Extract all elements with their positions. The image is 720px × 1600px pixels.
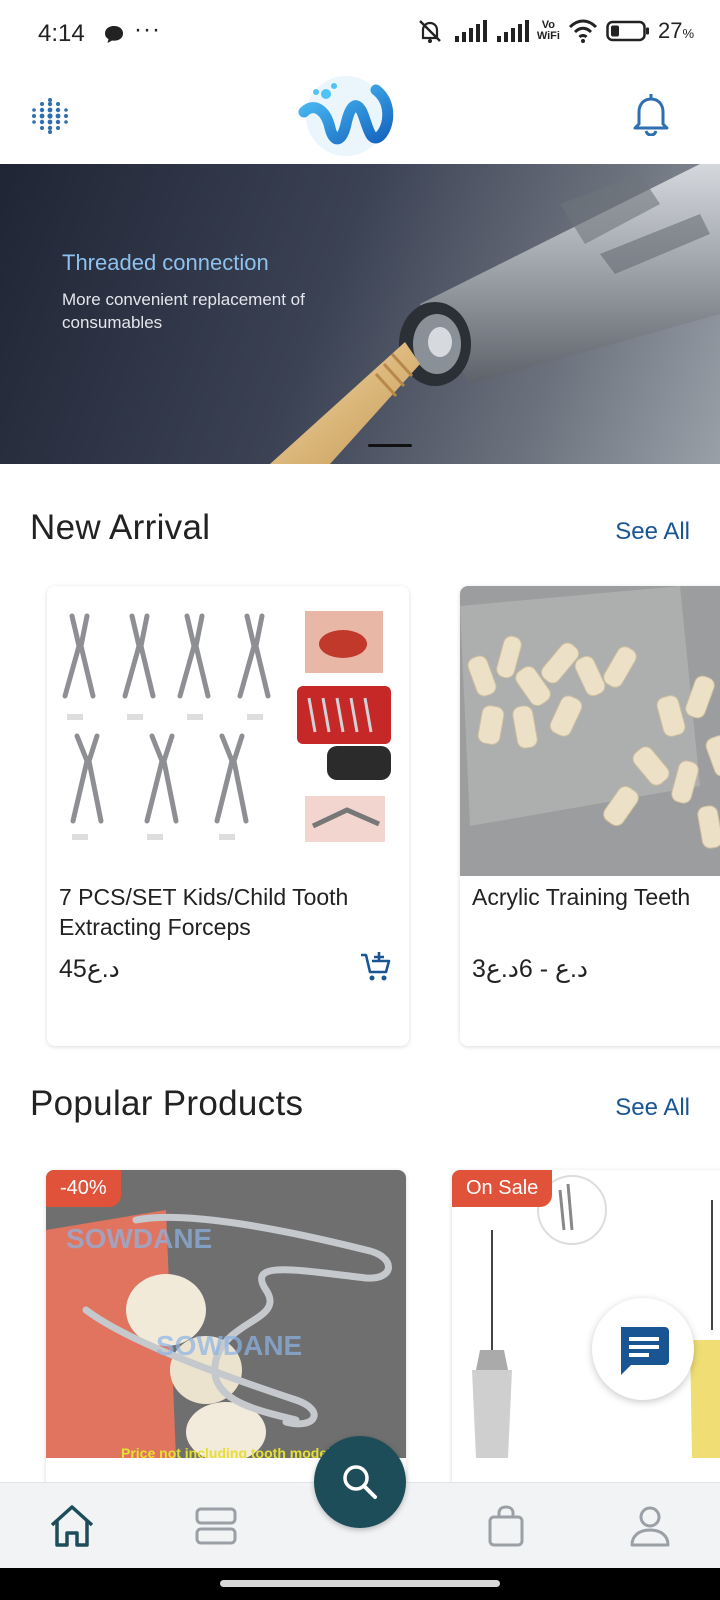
- vowifi-label: Vo WiFi: [536, 19, 560, 42]
- mute-icon: [418, 20, 441, 43]
- signal-1-icon: [454, 20, 487, 42]
- product-image: SOWDANE SOWDANE Price not including toot…: [46, 1170, 406, 1458]
- new-arrival-title: New Arrival: [30, 508, 211, 547]
- categories-icon[interactable]: [192, 1503, 240, 1549]
- popular-products-see-all[interactable]: See All: [615, 1094, 690, 1122]
- signal-2-icon: [496, 20, 529, 42]
- sale-badge: On Sale: [452, 1170, 553, 1207]
- battery-percent: 27%: [657, 18, 694, 43]
- product-price: 3د.ع - 6د.ع: [472, 955, 589, 983]
- carousel-indicator[interactable]: [368, 444, 412, 447]
- message-icon: [105, 26, 123, 43]
- home-indicator[interactable]: [220, 1580, 500, 1587]
- status-icons: Vo WiFi 27%: [415, 18, 694, 44]
- product-image: [460, 586, 720, 876]
- app-logo[interactable]: [296, 72, 396, 160]
- status-time: 4:14: [38, 20, 85, 47]
- bag-icon[interactable]: [482, 1503, 530, 1549]
- product-watermark: SOWDANE: [156, 1330, 302, 1361]
- banner-title: Threaded connection: [62, 250, 269, 275]
- product-name: 7 PCS/SET Kids/Child Tooth Extracting Fo…: [59, 884, 349, 940]
- bell-icon[interactable]: [630, 90, 672, 136]
- discount-badge: -40%: [46, 1170, 121, 1207]
- product-card[interactable]: 7 PCS/SET Kids/Child Tooth Extracting Fo…: [47, 586, 409, 1046]
- product-watermark: SOWDANE: [66, 1223, 212, 1254]
- system-gesture-bar: [0, 1568, 720, 1600]
- chat-icon: [621, 1327, 669, 1375]
- account-icon[interactable]: [626, 1503, 674, 1549]
- product-image-caption: Price not including tooth model: [121, 1445, 331, 1458]
- search-icon: [343, 1465, 377, 1499]
- search-button[interactable]: [314, 1436, 406, 1528]
- wifi-icon: [568, 19, 598, 43]
- banner-subtitle: More convenient replacement of consumabl…: [62, 290, 305, 332]
- chat-button[interactable]: [592, 1298, 694, 1400]
- grid-dots-icon[interactable]: [30, 96, 70, 136]
- app-header: [0, 68, 720, 164]
- status-bar: 4:14 ··· Vo WiFi 27%: [0, 0, 720, 68]
- product-card[interactable]: Acrylic Training Teeth 3د.ع - 6د.ع: [460, 586, 720, 1046]
- product-image: [47, 586, 409, 876]
- product-name: Acrylic Training Teeth: [472, 884, 691, 910]
- battery-icon: [606, 20, 649, 42]
- product-price: 45د.ع: [59, 955, 120, 983]
- more-notifications-icon: ···: [134, 16, 161, 43]
- new-arrival-see-all[interactable]: See All: [615, 518, 690, 546]
- add-to-cart-icon[interactable]: [359, 950, 393, 984]
- promo-banner[interactable]: Threaded connection More convenient repl…: [0, 164, 720, 464]
- home-icon[interactable]: [48, 1503, 96, 1549]
- popular-products-title: Popular Products: [30, 1084, 304, 1123]
